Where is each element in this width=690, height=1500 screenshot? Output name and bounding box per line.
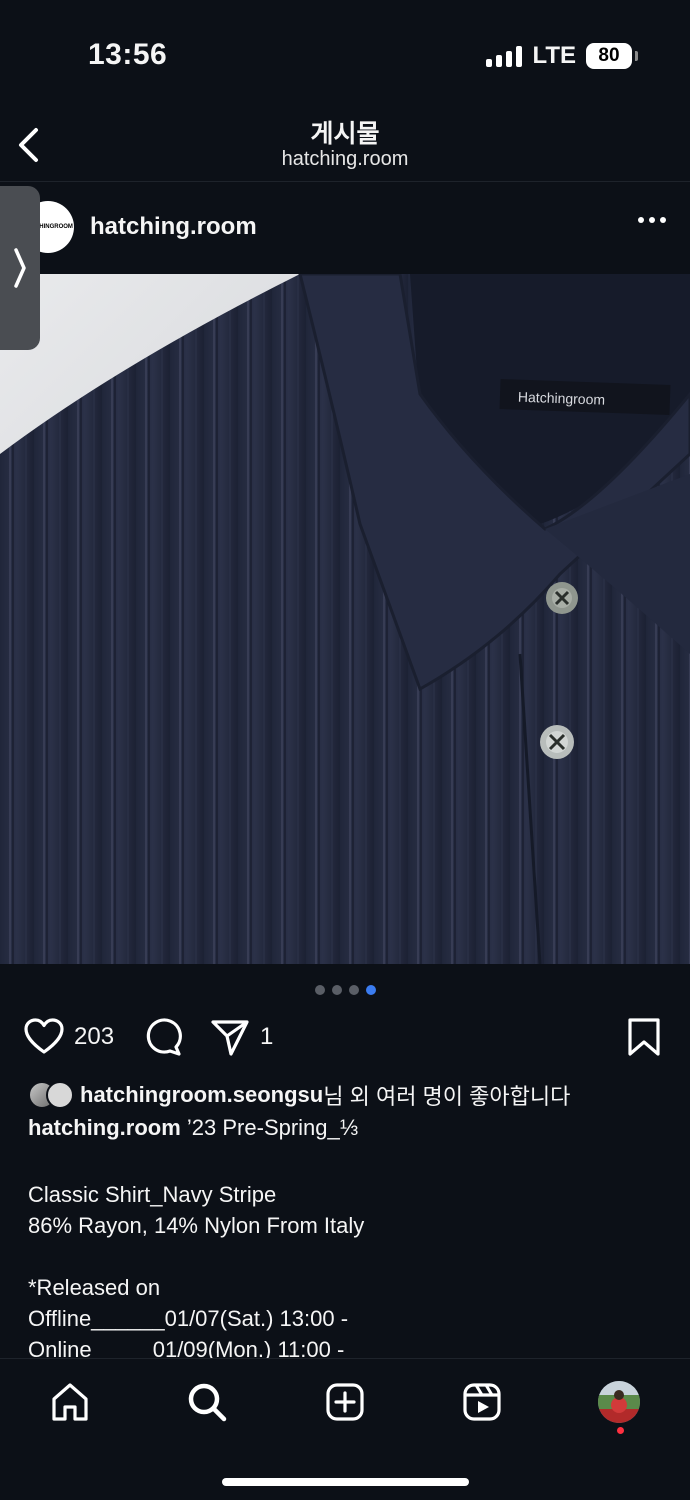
liked-by-line: hatchingroom.seongsu 님 외 여러 명이 좋아합니다 [28, 1079, 570, 1111]
save-group [626, 1013, 662, 1061]
caption-title: ’23 Pre-Spring_⅓ [186, 1115, 359, 1140]
side-expand-tab[interactable] [0, 186, 40, 350]
carousel-dot [348, 985, 359, 995]
carousel-dot [314, 985, 325, 995]
share-count: 1 [260, 1023, 274, 1050]
comment-icon[interactable] [142, 1017, 182, 1057]
profile-avatar [598, 1381, 640, 1423]
reels-icon [463, 1383, 501, 1421]
post-actions: 203 1 [0, 1013, 690, 1063]
comment-group [142, 1013, 182, 1061]
post-header: HATCHINGROOM hatching.room [0, 183, 690, 273]
home-icon [52, 1383, 88, 1421]
status-time: 13:56 [88, 38, 168, 71]
home-indicator[interactable] [222, 1478, 469, 1486]
network-label: LTE [532, 42, 576, 69]
tab-reels[interactable] [452, 1377, 512, 1427]
tab-home[interactable] [40, 1377, 100, 1427]
post-username[interactable]: hatching.room [90, 213, 257, 241]
battery-icon: 80 [586, 43, 638, 69]
nav-header: 게시물 hatching.room [0, 110, 690, 182]
page-title: 게시물 [310, 120, 380, 148]
liked-by-suffix[interactable]: 님 외 여러 명이 좋아합니다 [323, 1079, 570, 1111]
search-icon [188, 1383, 227, 1422]
carousel-dot-active [365, 985, 376, 995]
like-count[interactable]: 203 [74, 1023, 114, 1051]
tab-create[interactable] [315, 1377, 375, 1427]
notification-dot [617, 1427, 624, 1434]
tab-profile[interactable] [589, 1377, 649, 1427]
status-bar: 13:56 LTE 80 [0, 0, 690, 110]
battery-level: 80 [598, 45, 620, 66]
shirt-photo: Hatchingroom [0, 274, 690, 964]
signal-icon [486, 45, 523, 67]
plus-square-icon [326, 1383, 364, 1421]
caption-first-line: hatching.room ’23 Pre-Spring_⅓ [28, 1115, 358, 1141]
chevron-right-icon [14, 248, 26, 288]
bookmark-icon[interactable] [626, 1017, 662, 1057]
caption-username[interactable]: hatching.room [28, 1115, 181, 1140]
carousel-dot [331, 985, 342, 995]
share-group: 1 [210, 1013, 273, 1061]
more-options-button[interactable] [638, 217, 666, 223]
send-icon[interactable] [210, 1017, 250, 1057]
liked-by-username[interactable]: hatchingroom.seongsu [80, 1082, 323, 1108]
brand-label: Hatchingroom [518, 389, 606, 408]
caption-body: Classic Shirt_Navy Stripe 86% Rayon, 14%… [28, 1182, 365, 1362]
more-horizontal-icon [638, 217, 644, 223]
like-group: 203 [24, 1013, 114, 1061]
status-indicators: LTE 80 [486, 42, 638, 70]
tab-search[interactable] [177, 1377, 237, 1427]
carousel-indicator [0, 985, 690, 995]
heart-icon[interactable] [24, 1017, 64, 1057]
post-image[interactable]: Hatchingroom [0, 274, 690, 964]
liker-avatar [46, 1081, 74, 1109]
page-subtitle[interactable]: hatching.room [0, 148, 690, 171]
